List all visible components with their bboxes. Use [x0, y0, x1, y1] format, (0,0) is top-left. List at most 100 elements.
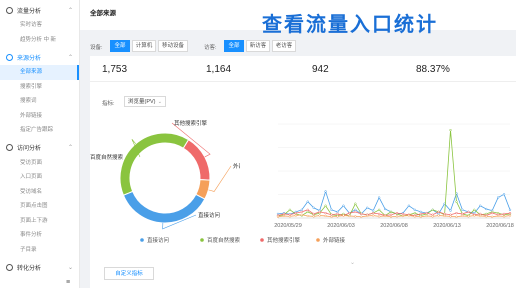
sidebar-item-events[interactable]: 事件分析 — [0, 228, 79, 243]
donut-slice[interactable] — [122, 190, 206, 224]
sidebar-item-subdirs[interactable]: 子目录 — [0, 243, 79, 258]
sidebar-group-source[interactable]: 来源分析 ⌃ — [0, 49, 79, 65]
device-mobile-button[interactable]: 移动设备 — [158, 40, 188, 52]
sidebar-item-realtime[interactable]: 实时访客 — [0, 18, 79, 33]
data-point — [502, 193, 506, 196]
data-point — [354, 202, 357, 205]
data-point — [318, 214, 321, 217]
sidebar-item-page-flow[interactable]: 页面上下游 — [0, 214, 79, 229]
visitor-new-button[interactable]: 新访客 — [246, 40, 270, 52]
data-point — [431, 208, 434, 211]
sidebar-group-conversion[interactable]: 转化分析 ⌄ — [0, 259, 79, 275]
legend-label: 其他搜索引擎 — [267, 236, 301, 244]
data-point — [455, 200, 458, 203]
donut-slice[interactable] — [182, 138, 211, 181]
collapse-menu-icon[interactable]: ≡ — [66, 279, 70, 286]
visitor-old-button[interactable]: 老访客 — [272, 40, 296, 52]
data-point — [485, 215, 488, 218]
sidebar-item-all-sources[interactable]: 全部来源 — [0, 65, 79, 80]
data-point — [330, 215, 333, 218]
legend-label: 直接访问 — [147, 236, 169, 244]
legend-label: 外部链接 — [323, 236, 346, 244]
device-all-button[interactable]: 全部 — [110, 40, 130, 52]
metric-bounce-rate: 88.37% — [416, 64, 450, 75]
data-point — [455, 211, 458, 215]
source-icon — [6, 53, 13, 61]
data-point — [294, 211, 297, 215]
data-point — [455, 215, 458, 218]
data-point — [461, 212, 464, 216]
sidebar-item-domains[interactable]: 受访域名 — [0, 185, 79, 200]
custom-metrics-label: 自定义指标 — [115, 271, 143, 277]
legend-marker — [140, 238, 144, 242]
data-point — [502, 215, 506, 218]
data-point — [473, 208, 476, 211]
data-point — [389, 215, 393, 218]
data-point — [407, 214, 411, 217]
sidebar-group-traffic[interactable]: 流量分析 ⌃ — [0, 2, 79, 18]
indicator-select[interactable]: 浏览量(PV) ⌄ — [124, 96, 166, 107]
device-computer-button[interactable]: 计算机 — [132, 40, 156, 52]
sidebar-item-search-engine[interactable]: 搜索引擎 — [0, 80, 79, 95]
donut-slice[interactable] — [119, 132, 190, 196]
data-point — [389, 210, 393, 214]
data-point — [377, 215, 381, 218]
x-tick-label: 2020/05/29 — [274, 223, 302, 229]
metric-ip: 942 — [312, 64, 329, 75]
data-point — [330, 213, 333, 216]
chevron-up-icon: ⌃ — [67, 54, 73, 61]
data-point — [461, 214, 464, 218]
data-point — [336, 210, 339, 214]
indicator-value: 浏览量(PV) — [128, 99, 156, 105]
data-point — [479, 204, 482, 207]
data-point — [437, 214, 440, 217]
legend-label: 百度自然搜索 — [207, 236, 241, 244]
data-point — [288, 215, 292, 218]
visitor-all-button[interactable]: 全部 — [224, 40, 244, 52]
sidebar-item-search-words[interactable]: 搜索词 — [0, 94, 79, 109]
data-point — [395, 211, 399, 215]
data-point — [324, 204, 327, 207]
x-tick-label: 2020/06/13 — [433, 223, 461, 229]
sidebar-item-external-links[interactable]: 外部链接 — [0, 109, 79, 124]
chevron-down-icon: ⌄ — [67, 264, 73, 271]
custom-metrics-button[interactable]: 自定义指标 — [104, 267, 154, 280]
data-point — [443, 212, 446, 216]
data-point — [288, 208, 292, 211]
data-point — [383, 214, 387, 218]
x-tick-label: 2020/06/18 — [486, 223, 514, 229]
sidebar: 流量分析 ⌃ 实时访客 趋势分析 中 新 来源分析 ⌃ 全部来源 搜索引擎 搜索词 … — [0, 0, 80, 288]
data-point — [449, 215, 452, 218]
data-point — [312, 206, 315, 209]
data-point — [360, 215, 363, 218]
data-point — [461, 208, 464, 211]
sidebar-item-click-map[interactable]: 页面点击图 — [0, 199, 79, 214]
indicator-label: 指标: — [102, 101, 115, 107]
data-point — [306, 208, 309, 211]
data-point — [443, 214, 446, 218]
data-point — [467, 210, 470, 214]
data-point — [401, 212, 405, 216]
data-point — [407, 204, 411, 207]
data-point — [372, 209, 375, 212]
data-point — [354, 215, 357, 218]
legend-marker — [316, 238, 320, 242]
data-point — [336, 215, 339, 218]
banner-title: 查看流量入口统计 — [262, 12, 438, 36]
data-point — [502, 212, 506, 216]
data-point — [377, 212, 381, 216]
data-point — [473, 214, 476, 217]
data-point — [491, 211, 494, 215]
data-point — [348, 211, 351, 215]
sidebar-item-entry-pages[interactable]: 入口页面 — [0, 170, 79, 185]
sidebar-group-label: 转化分析 — [17, 265, 42, 272]
data-point — [282, 214, 286, 218]
data-point — [419, 210, 422, 214]
data-point — [467, 215, 470, 218]
sidebar-item-visited-pages[interactable]: 受访页面 — [0, 156, 79, 171]
sidebar-group-visit[interactable]: 访问分析 ⌃ — [0, 140, 79, 156]
sidebar-item-trend[interactable]: 趋势分析 中 新 — [0, 33, 79, 48]
data-point — [318, 210, 321, 214]
sidebar-item-ad-tracking[interactable]: 指定广告跟踪 — [0, 123, 79, 138]
data-point — [496, 214, 500, 218]
